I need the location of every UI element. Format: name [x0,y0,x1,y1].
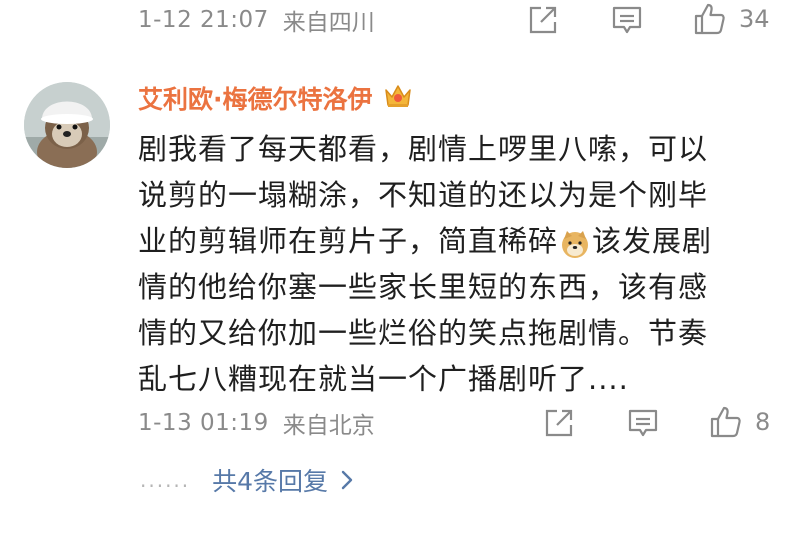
comment-meta: 1-13 01:19 来自北京 [138,403,800,443]
comment-line: 情的又给你加一些烂俗的笑点拖剧情。节奏 [138,316,709,350]
replies-row: ...... 共4条回复 [140,462,354,498]
prev-comment-location: 来自四川 [282,10,375,36]
comment-line-text: 业的剪辑师在剪片子，简直稀碎 [138,224,559,258]
comment-line: 情的他给你塞一些家长里短的东西，该有感 [138,270,709,304]
view-replies-label: 共4条回复 [212,467,329,496]
comment-icon [612,6,642,34]
doge-emoji-icon [560,226,590,258]
otter-avatar-image [24,82,110,168]
comment-time: 1-13 01:19 [138,410,269,436]
like-button[interactable]: 8 [709,405,770,439]
comment-username[interactable]: 艾利欧·梅德尔特洛伊 [138,80,413,116]
comment-line: 乱七八糟现在就当一个广播剧听了.... [138,362,629,396]
view-replies-link[interactable]: 共4条回复 [212,462,354,498]
thumbs-up-icon [694,3,725,35]
thumbs-up-icon [710,406,741,438]
chevron-right-icon [341,470,353,490]
comment-body: 剧我看了每天都看，剧情上啰里八嗦，可以 说剪的一塌糊涂，不知道的还以为是个刚毕 … [138,126,788,402]
comment-location: 来自北京 [282,413,375,439]
comment-line: 说剪的一塌糊涂，不知道的还以为是个刚毕 [138,178,709,212]
prev-like-button[interactable]: 34 [693,2,770,36]
comment-line: 剧我看了每天都看，剧情上啰里八嗦，可以 [138,132,709,166]
comment-button[interactable] [627,407,659,439]
prev-comment-button[interactable] [611,4,643,36]
avatar[interactable] [24,82,110,168]
prev-comment-time: 1-12 21:07 [138,7,269,33]
comment-icon [628,409,658,437]
username-text: 艾利欧·梅德尔特洛伊 [138,85,373,114]
share-button[interactable] [543,407,575,439]
share-icon [529,6,557,34]
prev-share-button[interactable] [527,4,559,36]
share-icon [545,409,573,437]
like-count: 8 [755,408,771,436]
comment-line: 业的剪辑师在剪片子，简直稀碎 该发展剧 [138,218,788,264]
comment-line-text: 该发展剧 [592,224,713,258]
replies-dots: ...... [140,468,191,492]
prev-like-count: 34 [739,5,770,33]
vip-crown-icon [383,81,413,115]
